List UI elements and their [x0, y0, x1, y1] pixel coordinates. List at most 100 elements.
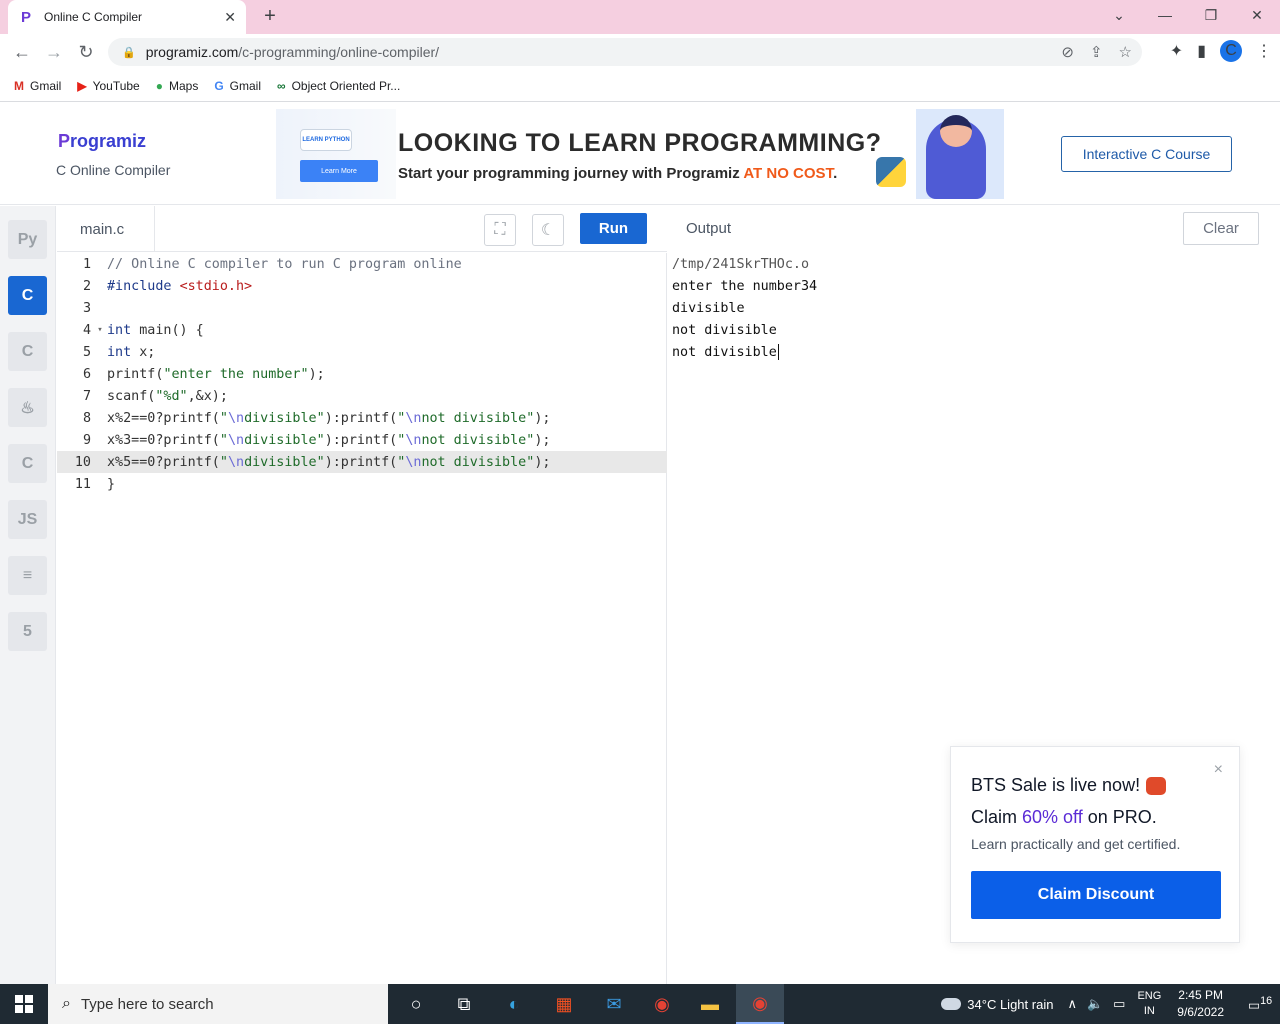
programiz-favicon-icon: P [20, 8, 31, 26]
claim-discount-button[interactable]: Claim Discount [971, 871, 1221, 919]
store-icon[interactable]: ▦ [540, 984, 588, 1024]
output-line: not divisible [672, 322, 777, 338]
language-cpp-icon[interactable]: C [8, 332, 47, 371]
windows-taskbar: ⌕ Type here to search ○ ⧉ ◐ ▦ ✉ ◉ ▬ ◉ 34… [0, 984, 1280, 1024]
code-line[interactable]: 4 ▾ int main() { [57, 319, 667, 341]
code-text: scanf("%d",&x); [107, 388, 228, 404]
language-c-icon[interactable]: C [8, 276, 47, 315]
language-java-icon[interactable]: ♨ [8, 388, 47, 427]
output-console[interactable]: /tmp/241SkrTHOc.o enter the number34 divis… [672, 253, 1262, 363]
bookmark-label: Maps [168, 78, 199, 93]
programiz-logo[interactable]: Programiz [58, 131, 146, 152]
run-button[interactable]: Run [580, 213, 647, 244]
ad-banner[interactable]: LEARN PYTHON Learn More LOOKING TO LEARN… [276, 109, 1004, 199]
extensions-icon[interactable]: ✦ [1170, 41, 1183, 61]
bookmark-item[interactable]: ● Maps [156, 79, 199, 93]
clock[interactable]: 2:45 PM 9/6/2022 [1177, 987, 1224, 1021]
language-sql-icon[interactable]: ≡ [8, 556, 47, 595]
minimize-icon[interactable]: — [1142, 0, 1188, 30]
show-hidden-icon[interactable]: ∧ [1067, 996, 1077, 1012]
gift-emoji-icon [1146, 777, 1167, 796]
cortana-icon[interactable]: ○ [392, 984, 440, 1024]
windows-logo-icon [15, 995, 33, 1013]
illustration-head [940, 115, 972, 147]
code-line[interactable]: 10 x%5==0?printf("\ndivisible"):printf("\… [57, 451, 667, 473]
address-bar[interactable]: 🔒 programiz.com/c-programming/online-com… [108, 38, 1142, 66]
code-line[interactable]: 9 x%3==0?printf("\ndivisible"):printf("\n… [57, 429, 667, 451]
bookmark-item[interactable]: ▶ YouTube [77, 79, 139, 93]
tab-title: Online C Compiler [44, 10, 143, 24]
code-line[interactable]: 7 scanf("%d",&x); [57, 385, 667, 407]
task-view-icon[interactable]: ⧉ [440, 984, 488, 1024]
bookmark-label: YouTube [92, 78, 140, 93]
bookmark-item[interactable]: G Gmail [214, 79, 261, 93]
output-header: Output Clear [668, 206, 1280, 252]
taskbar-search[interactable]: ⌕ Type here to search [48, 984, 388, 1024]
tab-search-icon[interactable]: ⌄ [1096, 0, 1142, 30]
close-window-icon[interactable]: ✕ [1234, 0, 1280, 30]
share-icon[interactable]: ⇪ [1090, 43, 1103, 61]
bookmark-star-icon[interactable]: ☆ [1119, 43, 1132, 61]
promo-headline: BTS Sale is live now! [971, 775, 1167, 796]
code-line[interactable]: 11} [57, 473, 667, 495]
code-line[interactable]: 1 // Online C compiler to run C program o… [57, 253, 667, 275]
reload-icon[interactable]: ↻ [74, 40, 98, 64]
bookmark-favicon-icon: G [214, 78, 224, 93]
file-tab[interactable]: main.c [57, 206, 155, 252]
close-popup-icon[interactable]: × [1214, 761, 1223, 779]
notification-center-icon[interactable]: ▭16 [1240, 995, 1280, 1013]
bookmark-favicon-icon: M [14, 78, 24, 93]
banner-learn-more-button[interactable]: Learn More [300, 160, 378, 182]
profile-avatar[interactable]: C [1220, 40, 1242, 62]
line-number: 5 [82, 344, 91, 360]
fullscreen-icon[interactable]: ⛶ [484, 214, 516, 246]
code-line[interactable]: 5 int x; [57, 341, 667, 363]
system-tray: 34°C Light rain ∧ 🔈 ▭ ENG IN 2:45 PM 9/6/2… [941, 984, 1280, 1024]
fold-toggle-icon[interactable]: ▾ [93, 325, 107, 335]
language-html-icon[interactable]: 5 [8, 612, 47, 651]
forward-icon[interactable]: → [42, 40, 66, 64]
edge-icon[interactable]: ◐ [490, 984, 538, 1024]
code-line[interactable]: 3 [57, 297, 667, 319]
dark-mode-moon-icon[interactable]: ☾ [532, 214, 564, 246]
code-text: printf("enter the number"); [107, 366, 325, 382]
mail-icon[interactable]: ✉ [590, 984, 638, 1024]
file-explorer-icon[interactable]: ▬ [686, 984, 734, 1024]
code-line[interactable]: 6 printf("enter the number"); [57, 363, 667, 385]
line-number: 8 [82, 410, 91, 426]
input-language[interactable]: ENG IN [1137, 989, 1161, 1019]
code-text: x%3==0?printf("\ndivisible"):printf("\nn… [107, 432, 551, 448]
side-panel-icon[interactable]: ▮ [1197, 41, 1206, 61]
language-csharp-icon[interactable]: C [8, 444, 47, 483]
browser-tab[interactable]: P Online C Compiler ✕ [8, 0, 246, 34]
output-title: Output [686, 220, 732, 237]
start-button[interactable] [0, 984, 48, 1024]
lock-icon[interactable]: 🔒 [122, 46, 136, 59]
chrome-icon[interactable]: ◉ [638, 984, 686, 1024]
clear-button[interactable]: Clear [1183, 212, 1259, 245]
browser-menu-icon[interactable]: ⋮ [1256, 41, 1272, 61]
volume-icon[interactable]: 🔈 [1087, 996, 1103, 1012]
bookmark-item[interactable]: ∞ Object Oriented Pr... [277, 79, 400, 93]
back-icon[interactable]: ← [10, 40, 34, 64]
interactive-course-button[interactable]: Interactive C Course [1061, 136, 1232, 172]
close-tab-icon[interactable]: ✕ [224, 9, 236, 26]
language-javascript-icon[interactable]: JS [8, 500, 47, 539]
editor-header: main.c ⛶ ☾ Run [57, 206, 667, 252]
language-python-icon[interactable]: Py [8, 220, 47, 259]
code-editor[interactable]: 1 // Online C compiler to run C program o… [57, 253, 667, 984]
line-number: 6 [82, 366, 91, 382]
tray-icons: ∧ 🔈 ▭ [1067, 996, 1125, 1012]
new-tab-button[interactable]: + [258, 4, 282, 28]
code-line[interactable]: 8 x%2==0?printf("\ndivisible"):printf("\n… [57, 407, 667, 429]
chrome-active-icon[interactable]: ◉ [736, 984, 784, 1024]
code-line[interactable]: 2 #include <stdio.h> [57, 275, 667, 297]
network-icon[interactable]: ▭ [1113, 996, 1125, 1012]
restore-icon[interactable]: ❐ [1188, 0, 1234, 30]
code-text: x%5==0?printf("\ndivisible"):printf("\nn… [107, 454, 551, 470]
bookmark-item[interactable]: M Gmail [14, 79, 61, 93]
window-controls: ⌄ — ❐ ✕ [1096, 0, 1280, 32]
tracking-blocked-icon[interactable]: ⊘ [1061, 43, 1074, 61]
weather-widget[interactable]: 34°C Light rain [941, 997, 1053, 1012]
code-text: // Online C compiler to run C program on… [107, 256, 462, 272]
